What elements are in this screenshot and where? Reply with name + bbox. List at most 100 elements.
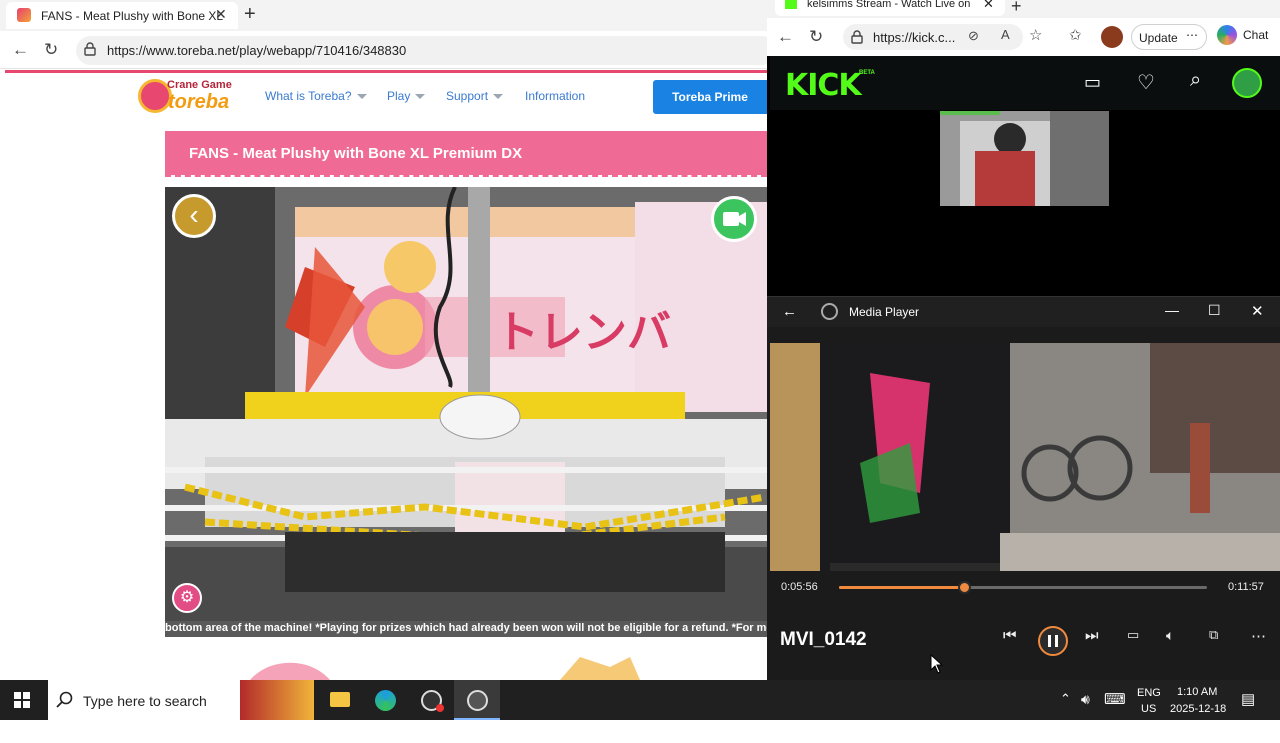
nav-label: Information [525,89,586,103]
obs-recording-icon[interactable] [408,680,454,720]
url-text: https://kick.c... [873,30,956,45]
show-hidden-icons-icon[interactable]: ⌃ [1060,691,1071,731]
media-player-app-icon [821,303,838,320]
notifications-icon[interactable]: ▤ [1241,690,1255,730]
new-tab-icon[interactable]: + [244,3,256,26]
file-explorer-icon[interactable] [316,680,362,720]
url-field[interactable]: https://www.toreba.net/play/webapp/71041… [76,36,767,65]
crane-camera-feed: トレンバ ‹ ⚙ [165,187,767,621]
nav-play[interactable]: Play [387,89,426,103]
decorative-banner-art [250,657,640,680]
read-aloud-icon[interactable]: A [1001,27,1010,42]
nav-label: Play [387,89,411,103]
nav-label: Support [446,89,489,103]
clock-date[interactable]: 2025-12-18 [1170,703,1226,743]
logo-small-text: Crane Game [167,79,232,91]
taskbar-news-widget[interactable] [240,680,314,720]
previous-icon[interactable]: ⏮ [1003,627,1017,644]
seek-bar-fill [839,586,965,589]
elapsed-time: 0:05:56 [781,581,818,593]
pause-icon [1048,635,1058,647]
remaining-time: 0:11:57 [1228,581,1264,593]
seek-bar[interactable] [839,581,1207,594]
player-controls: 0:05:56 0:11:57 MVI_0142 ⏮ ⏭ ▭ 🔈︎ ⧉ ⋯ [767,571,1280,680]
chat-label: Chat [1243,28,1269,42]
back-icon[interactable]: ← [777,27,794,47]
tracking-prevention-icon[interactable]: ⊘ [968,28,979,44]
logo-big-text: toreba [168,91,230,113]
more-options-icon: ⋯ [1186,28,1198,42]
reload-icon[interactable]: ↻ [44,40,58,60]
seek-thumb[interactable] [958,581,972,594]
favorite-star-icon[interactable]: ☆ [1029,26,1042,44]
kick-address-bar: ← ↻ https://kick.c... ⊘ A ☆ ✩ Update ⋯ C… [767,18,1280,56]
address-bar-row: ← ↻ https://www.toreba.net/play/webapp/7… [0,31,767,69]
captions-icon[interactable]: ▭ [1127,627,1139,643]
miniplayer-icon[interactable]: ⧉ [1209,627,1218,643]
search-icon[interactable]: ⌕ [1190,69,1201,92]
stream-mini-preview[interactable] [940,111,1109,206]
copilot-icon [1217,25,1237,45]
nav-support[interactable]: Support [446,89,504,103]
tab-toreba[interactable]: FANS - Meat Plushy with Bone XL ✕ [6,2,238,29]
camera-glyph [723,212,746,226]
close-tab-icon[interactable]: ✕ [983,0,994,12]
nav-information[interactable]: Information [525,89,585,103]
new-tab-icon[interactable]: + [1011,0,1022,17]
url-field[interactable]: https://kick.c... [843,24,1023,50]
video-frame[interactable] [770,343,1280,571]
reload-icon[interactable]: ↻ [809,27,823,47]
site-info-icon[interactable] [851,30,863,44]
chevron-down-icon [356,94,367,100]
back-icon[interactable]: ← [12,40,29,60]
back-arrow-icon[interactable]: ‹ [172,194,216,238]
profile-avatar[interactable] [1101,26,1123,48]
search-icon [56,691,73,708]
camera-switch-icon[interactable] [711,196,757,242]
minimize-icon[interactable]: — [1165,302,1179,318]
svg-text:トレンバ: トレンバ [495,308,671,357]
stream-preview-image [940,111,1109,206]
close-icon[interactable]: ✕ [1251,302,1264,320]
toreba-logo[interactable]: Crane Game toreba [138,79,242,115]
user-avatar[interactable] [1232,68,1262,98]
toreba-browser-window: FANS - Meat Plushy with Bone XL ✕ + ← ↻ … [0,0,767,680]
more-options-icon[interactable]: ⋯ [1251,627,1266,645]
toreba-prime-button[interactable]: Toreba Prime [653,80,767,114]
chevron-down-icon [493,94,504,100]
speaker-icon[interactable]: 🔊︎ [1081,691,1090,731]
chevron-down-icon [415,94,426,100]
back-icon[interactable]: ← [782,303,797,320]
pause-button[interactable] [1038,626,1068,656]
following-icon[interactable]: ▭ [1084,72,1101,93]
update-button[interactable]: Update ⋯ [1131,24,1207,50]
favorites-icon[interactable]: ✩ [1069,26,1082,44]
toreba-favicon-icon [17,8,31,22]
toreba-page: Crane Game toreba What is Toreba? Play S… [0,69,767,680]
taskbar-search-box[interactable]: Type here to search [48,680,240,720]
crane-machine-image: トレンバ [165,187,767,621]
next-icon[interactable]: ⏭ [1085,627,1099,644]
language-bottom[interactable]: US [1141,703,1156,743]
kick-browser-window: kelsimms Stream - Watch Live on ✕ + ← ↻ … [767,0,1280,296]
kick-site-header: KICK BETA ▭ ♡ ⌕ [770,56,1280,110]
volume-icon[interactable]: 🔈︎ [1166,627,1174,644]
product-title: FANS - Meat Plushy with Bone XL Premium … [189,145,523,162]
heart-icon[interactable]: ♡ [1137,70,1155,95]
windows-start-icon[interactable] [14,692,30,708]
search-placeholder: Type here to search [83,693,207,709]
settings-gear-icon[interactable]: ⚙ [172,583,202,613]
tab-title: kelsimms Stream - Watch Live on [807,0,971,10]
kick-logo[interactable]: KICK [785,68,862,103]
media-player-taskbar-icon[interactable] [454,680,500,720]
tab-kick-stream[interactable]: kelsimms Stream - Watch Live on ✕ [775,0,1005,16]
keyboard-icon[interactable]: ⌨ [1104,690,1126,730]
close-tab-icon[interactable]: ✕ [215,6,227,23]
video-frame-image [770,343,1280,571]
kick-beta-badge: BETA [859,70,875,76]
nav-what-is-toreba[interactable]: What is Toreba? [265,89,367,103]
maximize-icon[interactable]: ☐ [1208,302,1221,319]
kick-favicon-icon [785,0,797,9]
edge-browser-icon[interactable] [362,680,408,720]
site-info-icon[interactable] [84,42,96,56]
